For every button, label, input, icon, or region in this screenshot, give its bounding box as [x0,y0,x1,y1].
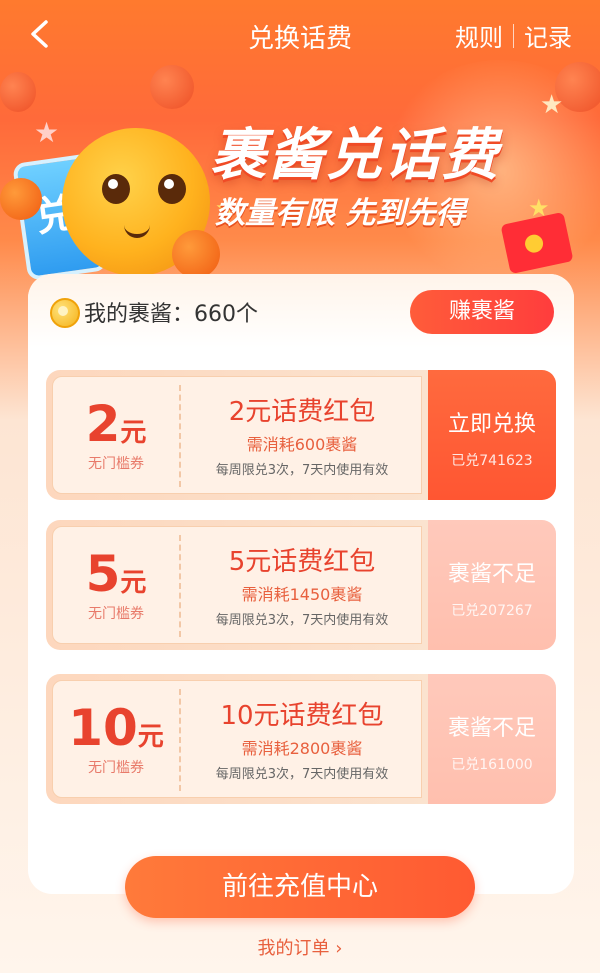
coupon-cost: 需消耗600裹酱 [246,435,358,454]
coupon-note: 每周限兑3次，7天内使用有效 [215,613,389,628]
coin-decoration [0,72,36,112]
coupon-amount-value: 2 [85,395,121,453]
redeem-button[interactable]: 立即兑换 已兑741623 [428,370,556,500]
coupon-inner: 2元 无门槛券 2元话费红包 需消耗600裹酱 每周限兑3次，7天内使用有效 [52,376,422,494]
balance-bar: 我的裹酱：660个 赚裹酱 [28,274,574,348]
coupon-cost: 需消耗1450裹酱 [241,585,363,604]
mascot-eye [158,174,186,204]
balance-text: 我的裹酱：660个 [84,302,258,327]
coupon-card: 2元 无门槛券 2元话费红包 需消耗600裹酱 每周限兑3次，7天内使用有效 立… [46,370,556,500]
recharge-center-button[interactable]: 前往充值中心 [125,856,475,918]
my-orders-link[interactable]: 我的订单 › [0,934,600,960]
coupon-body: 2元 无门槛券 2元话费红包 需消耗600裹酱 每周限兑3次，7天内使用有效 [46,370,428,500]
coupon-inner: 5元 无门槛券 5元话费红包 需消耗1450裹酱 每周限兑3次，7天内使用有效 [52,526,422,644]
coupon-amount-value: 10 [68,699,138,757]
coupon-card: 5元 无门槛券 5元话费红包 需消耗1450裹酱 每周限兑3次，7天内使用有效 … [46,520,556,650]
earn-button[interactable]: 赚裹酱 [410,290,554,334]
coin-icon [50,298,80,328]
coupon-name: 5元话费红包 [228,547,376,577]
redeem-button-disabled[interactable]: 裹酱不足 已兑161000 [428,674,556,804]
coupon-name: 2元话费红包 [228,397,376,427]
coupon-tag: 无门槛券 [88,606,144,622]
coupon-amount: 5元 [53,545,179,603]
exchange-card: 我的裹酱：660个 赚裹酱 2元 无门槛券 2元话费红包 需消耗600裹酱 每周… [28,274,574,894]
rules-link[interactable]: 规则 [455,18,503,53]
records-link[interactable]: 记录 [524,18,572,53]
banner-title: 裹酱兑话费 [210,123,500,188]
coin-decoration [150,65,194,109]
redeemed-count: 已兑207267 [451,603,533,619]
coupon-note: 每周限兑3次，7天内使用有效 [215,463,389,478]
redeemed-count: 已兑741623 [451,453,533,469]
star-icon: ★ [34,116,60,149]
coupon-name: 10元话费红包 [220,701,384,731]
header-divider [513,23,514,48]
coupon-note: 每周限兑3次，7天内使用有效 [215,767,389,782]
coupon-amount-value: 5 [85,545,121,603]
redeem-button-label: 裹酱不足 [447,562,536,587]
mascot-eye [102,174,130,204]
redeem-button-disabled[interactable]: 裹酱不足 已兑207267 [428,520,556,650]
coupon-tag: 无门槛券 [88,456,144,472]
coupon-amount-unit: 元 [120,418,147,448]
coupon-amount: 2元 [53,395,179,453]
star-icon: ★ [540,90,564,120]
coupon-body: 5元 无门槛券 5元话费红包 需消耗1450裹酱 每周限兑3次，7天内使用有效 [46,520,428,650]
coupon-tag: 无门槛券 [88,760,144,776]
header-links: 规则 记录 [455,18,572,53]
redeemed-count: 已兑161000 [451,757,533,773]
orange-ball-decoration [0,178,42,220]
coupon-body: 10元 无门槛券 10元话费红包 需消耗2800裹酱 每周限兑3次，7天内使用有… [46,674,428,804]
coupon-amount-unit: 元 [120,568,147,598]
orange-ball-decoration [172,230,220,278]
redeem-button-label: 立即兑换 [447,412,536,437]
coupon-amount-unit: 元 [137,722,164,752]
coupon-amount: 10元 [53,699,179,757]
redeem-button-label: 裹酱不足 [447,716,536,741]
coupon-cost: 需消耗2800裹酱 [241,739,363,758]
coupon-card: 10元 无门槛券 10元话费红包 需消耗2800裹酱 每周限兑3次，7天内使用有… [46,674,556,804]
banner-subtitle: 数量有限 先到先得 [215,196,466,231]
coupon-inner: 10元 无门槛券 10元话费红包 需消耗2800裹酱 每周限兑3次，7天内使用有… [52,680,422,798]
mascot-mouth [124,220,150,238]
promo-banner: ★ ★ 兑 ★ 裹酱兑话费 数量有限 先到先得 ★ [0,60,600,281]
